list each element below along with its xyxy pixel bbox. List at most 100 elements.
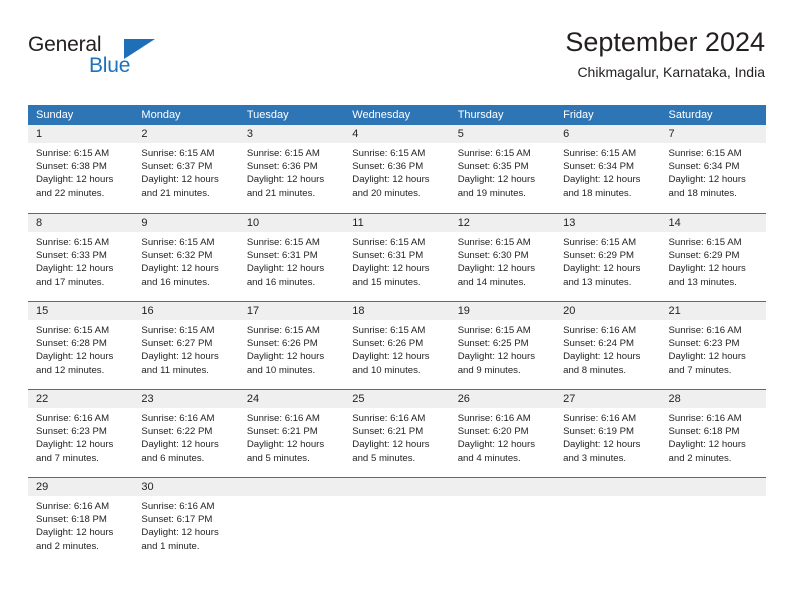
daylight-text-line1: Daylight: 12 hours bbox=[668, 439, 746, 451]
day-details: Sunrise: 6:16 AM Sunset: 6:20 PM Daylight:… bbox=[450, 408, 555, 465]
day-cell[interactable]: 25 Sunrise: 6:16 AM Sunset: 6:21 PM Dayligh… bbox=[344, 390, 450, 477]
day-cell[interactable]: 28 Sunrise: 6:16 AM Sunset: 6:18 PM Dayligh… bbox=[660, 390, 766, 477]
day-cell[interactable]: 6 Sunrise: 6:15 AM Sunset: 6:34 PM Daylight… bbox=[555, 125, 661, 213]
page-header: General Blue September 2024 Chikmagalur,… bbox=[28, 26, 765, 94]
day-details: Sunrise: 6:15 AM Sunset: 6:31 PM Daylight:… bbox=[239, 232, 344, 289]
sunset-text: Sunset: 6:23 PM bbox=[668, 338, 740, 350]
day-number-band: 21 bbox=[660, 302, 766, 320]
sunset-text: Sunset: 6:33 PM bbox=[36, 250, 107, 262]
day-cell[interactable]: 9 Sunrise: 6:15 AM Sunset: 6:32 PM Daylight… bbox=[133, 214, 239, 301]
daylight-text-line2: and 5 minutes. bbox=[352, 452, 416, 464]
day-cell[interactable]: 3 Sunrise: 6:15 AM Sunset: 6:36 PM Daylight… bbox=[238, 125, 345, 213]
day-cell[interactable]: 16 Sunrise: 6:15 AM Sunset: 6:27 PM Dayligh… bbox=[133, 302, 239, 389]
day-cell[interactable]: 19 Sunrise: 6:15 AM Sunset: 6:25 PM Dayligh… bbox=[449, 302, 556, 389]
day-number: 11 bbox=[352, 217, 364, 229]
sunrise-text: Sunrise: 6:15 AM bbox=[246, 325, 320, 336]
day-cell[interactable]: 18 Sunrise: 6:15 AM Sunset: 6:26 PM Dayligh… bbox=[344, 302, 450, 389]
daylight-text-line1: Daylight: 12 hours bbox=[141, 527, 219, 539]
day-cell[interactable]: 15 Sunrise: 6:15 AM Sunset: 6:28 PM Dayligh… bbox=[28, 302, 134, 389]
sunrise-text: Sunrise: 6:15 AM bbox=[668, 237, 742, 248]
daylight-text-line2: and 1 minute. bbox=[141, 540, 200, 552]
day-number: 5 bbox=[457, 128, 464, 140]
day-details: Sunrise: 6:15 AM Sunset: 6:29 PM Daylight:… bbox=[661, 232, 766, 289]
day-number: 2 bbox=[141, 128, 148, 140]
brand-logo[interactable]: General Blue bbox=[28, 32, 208, 84]
sunrise-text: Sunrise: 6:16 AM bbox=[141, 501, 215, 512]
daylight-text-line2: and 2 minutes. bbox=[668, 452, 732, 464]
day-cell[interactable]: 11 Sunrise: 6:15 AM Sunset: 6:31 PM Dayligh… bbox=[344, 214, 450, 301]
day-cell[interactable]: 10 Sunrise: 6:15 AM Sunset: 6:31 PM Dayligh… bbox=[238, 214, 345, 301]
sunset-text: Sunset: 6:35 PM bbox=[457, 161, 529, 173]
day-cell[interactable]: 8 Sunrise: 6:15 AM Sunset: 6:33 PM Daylight… bbox=[28, 214, 134, 301]
day-number-band: 15 bbox=[28, 302, 134, 320]
day-number-band bbox=[660, 478, 766, 496]
day-cell[interactable]: 17 Sunrise: 6:15 AM Sunset: 6:26 PM Dayligh… bbox=[238, 302, 345, 389]
day-number-band: 3 bbox=[238, 125, 345, 143]
calendar-week-row: 8 Sunrise: 6:15 AM Sunset: 6:33 PM Daylight… bbox=[28, 213, 766, 301]
sunrise-text: Sunrise: 6:16 AM bbox=[563, 413, 637, 424]
day-cell-empty bbox=[449, 478, 556, 565]
day-number-band: 19 bbox=[449, 302, 556, 320]
calendar-week-row: 29 Sunrise: 6:16 AM Sunset: 6:18 PM Dayligh… bbox=[28, 477, 766, 565]
day-number: 9 bbox=[141, 217, 148, 229]
day-cell[interactable]: 29 Sunrise: 6:16 AM Sunset: 6:18 PM Dayligh… bbox=[28, 478, 134, 565]
day-number: 14 bbox=[668, 217, 681, 229]
day-details: Sunrise: 6:16 AM Sunset: 6:17 PM Daylight:… bbox=[133, 496, 238, 553]
daylight-text-line2: and 17 minutes. bbox=[36, 276, 105, 288]
day-number: 22 bbox=[36, 393, 49, 405]
daylight-text-line1: Daylight: 12 hours bbox=[457, 351, 536, 363]
day-cell[interactable]: 14 Sunrise: 6:15 AM Sunset: 6:29 PM Dayligh… bbox=[660, 214, 766, 301]
daylight-text-line1: Daylight: 12 hours bbox=[36, 351, 114, 363]
daylight-text-line1: Daylight: 12 hours bbox=[457, 263, 536, 275]
day-cell[interactable]: 23 Sunrise: 6:16 AM Sunset: 6:22 PM Dayligh… bbox=[133, 390, 239, 477]
daylight-text-line1: Daylight: 12 hours bbox=[352, 439, 430, 451]
day-cell[interactable]: 5 Sunrise: 6:15 AM Sunset: 6:35 PM Daylight… bbox=[449, 125, 556, 213]
day-cell[interactable]: 26 Sunrise: 6:16 AM Sunset: 6:20 PM Dayligh… bbox=[449, 390, 556, 477]
day-details: Sunrise: 6:15 AM Sunset: 6:25 PM Daylight:… bbox=[450, 320, 555, 377]
day-cell[interactable]: 7 Sunrise: 6:15 AM Sunset: 6:34 PM Daylight… bbox=[660, 125, 766, 213]
daylight-text-line2: and 13 minutes. bbox=[563, 276, 632, 288]
daylight-text-line2: and 14 minutes. bbox=[457, 276, 526, 288]
sunrise-text: Sunrise: 6:15 AM bbox=[352, 325, 426, 336]
day-cell[interactable]: 27 Sunrise: 6:16 AM Sunset: 6:19 PM Dayligh… bbox=[555, 390, 661, 477]
sunset-text: Sunset: 6:36 PM bbox=[352, 161, 424, 173]
sunrise-text: Sunrise: 6:15 AM bbox=[246, 148, 320, 159]
daylight-text-line1: Daylight: 12 hours bbox=[668, 351, 746, 363]
day-cell-empty bbox=[344, 478, 450, 565]
sunset-text: Sunset: 6:21 PM bbox=[246, 426, 318, 438]
sunset-text: Sunset: 6:38 PM bbox=[36, 161, 107, 173]
day-details: Sunrise: 6:15 AM Sunset: 6:37 PM Daylight:… bbox=[133, 143, 238, 200]
day-cell[interactable]: 12 Sunrise: 6:15 AM Sunset: 6:30 PM Dayligh… bbox=[449, 214, 556, 301]
daylight-text-line2: and 4 minutes. bbox=[457, 452, 521, 464]
sunrise-text: Sunrise: 6:16 AM bbox=[668, 325, 742, 336]
daylight-text-line2: and 7 minutes. bbox=[36, 452, 99, 464]
day-cell[interactable]: 20 Sunrise: 6:16 AM Sunset: 6:24 PM Dayligh… bbox=[555, 302, 661, 389]
day-cell-empty bbox=[660, 478, 766, 565]
day-cell[interactable]: 24 Sunrise: 6:16 AM Sunset: 6:21 PM Dayligh… bbox=[238, 390, 345, 477]
day-number-band: 27 bbox=[555, 390, 661, 408]
day-number-band: 28 bbox=[660, 390, 766, 408]
day-cell[interactable]: 1 Sunrise: 6:15 AM Sunset: 6:38 PM Daylight… bbox=[28, 125, 134, 213]
daylight-text-line2: and 3 minutes. bbox=[563, 452, 627, 464]
day-number-band: 26 bbox=[449, 390, 556, 408]
sunset-text: Sunset: 6:26 PM bbox=[352, 338, 424, 350]
day-cell[interactable]: 22 Sunrise: 6:16 AM Sunset: 6:23 PM Dayligh… bbox=[28, 390, 134, 477]
day-cell[interactable]: 2 Sunrise: 6:15 AM Sunset: 6:37 PM Daylight… bbox=[133, 125, 239, 213]
day-number-band: 23 bbox=[133, 390, 239, 408]
day-cell[interactable]: 21 Sunrise: 6:16 AM Sunset: 6:23 PM Dayligh… bbox=[660, 302, 766, 389]
day-details: Sunrise: 6:15 AM Sunset: 6:35 PM Daylight:… bbox=[450, 143, 555, 200]
day-cell[interactable]: 30 Sunrise: 6:16 AM Sunset: 6:17 PM Dayligh… bbox=[133, 478, 239, 565]
daylight-text-line2: and 10 minutes. bbox=[352, 364, 421, 376]
day-cell[interactable]: 4 Sunrise: 6:15 AM Sunset: 6:36 PM Daylight… bbox=[344, 125, 450, 213]
day-details: Sunrise: 6:16 AM Sunset: 6:18 PM Daylight:… bbox=[28, 496, 133, 553]
daylight-text-line1: Daylight: 12 hours bbox=[141, 263, 219, 275]
sunset-text: Sunset: 6:36 PM bbox=[246, 161, 318, 173]
day-number: 7 bbox=[668, 128, 675, 140]
day-details: Sunrise: 6:16 AM Sunset: 6:24 PM Daylight:… bbox=[555, 320, 660, 377]
sunset-text: Sunset: 6:18 PM bbox=[36, 514, 107, 526]
day-cell[interactable]: 13 Sunrise: 6:15 AM Sunset: 6:29 PM Dayligh… bbox=[555, 214, 661, 301]
daylight-text-line1: Daylight: 12 hours bbox=[668, 263, 746, 275]
sunset-text: Sunset: 6:20 PM bbox=[457, 426, 529, 438]
day-number-band: 18 bbox=[344, 302, 450, 320]
daylight-text-line2: and 22 minutes. bbox=[36, 187, 105, 199]
